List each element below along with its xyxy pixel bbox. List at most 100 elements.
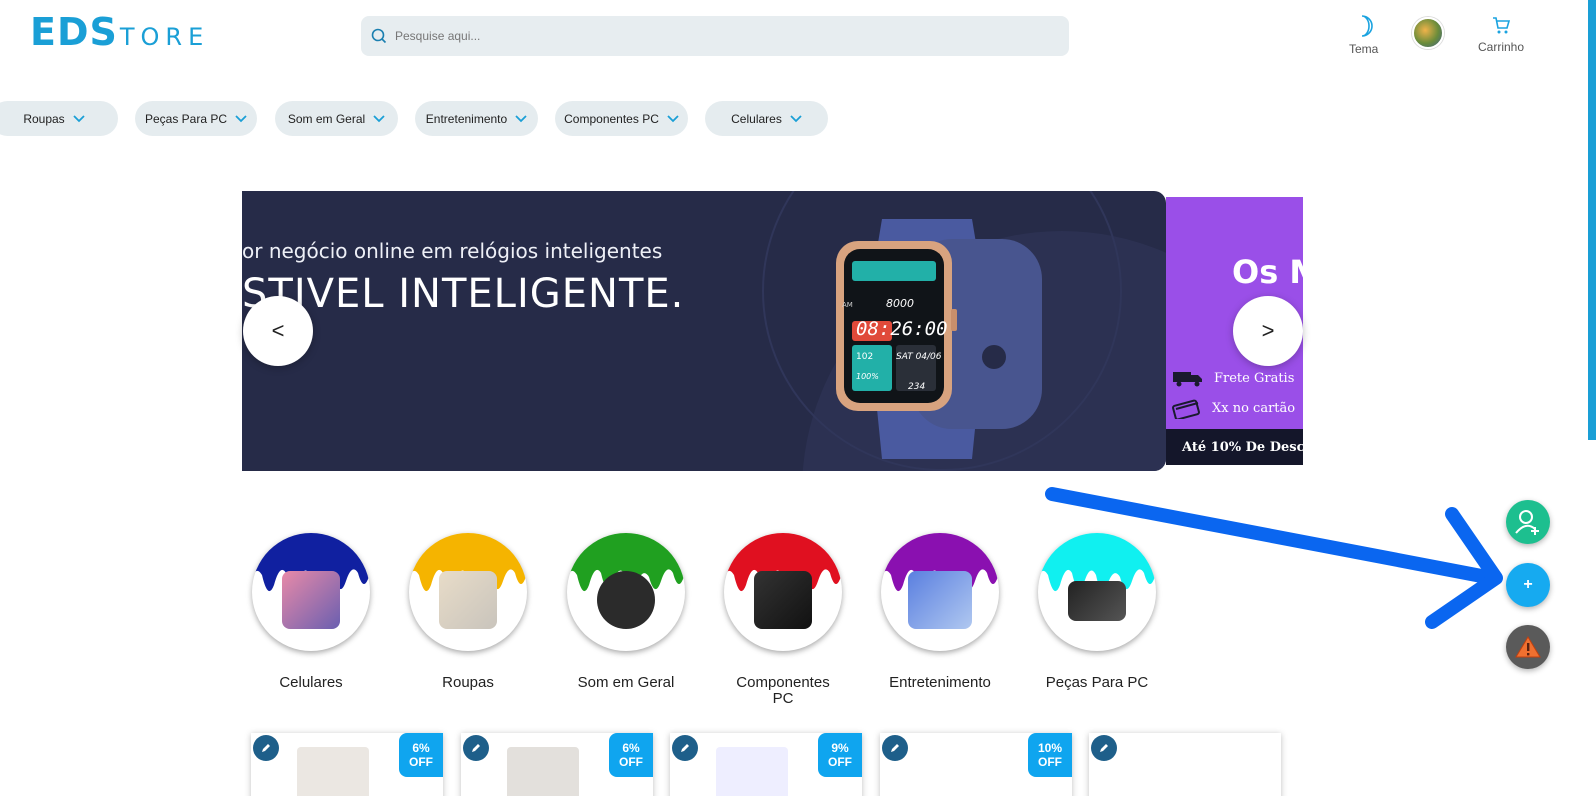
- category-celulares[interactable]: Celulares: [251, 533, 371, 691]
- pencil-icon: [262, 744, 270, 752]
- nav-pill-label: Som em Geral: [287, 111, 366, 126]
- credit-card-icon: [1172, 399, 1200, 419]
- moon-icon: [1361, 15, 1373, 37]
- category-image: [409, 533, 527, 651]
- discount-badge: 9% OFF: [818, 733, 862, 777]
- discount-badge: 6% OFF: [399, 733, 443, 777]
- nav-pill-label: Roupas: [23, 111, 65, 126]
- pc-setup-thumb: [754, 571, 812, 629]
- watch-battery-text: 100%: [856, 372, 879, 381]
- scrollbar[interactable]: [1588, 0, 1596, 440]
- product-card[interactable]: 6% OFF: [251, 733, 443, 796]
- theme-toggle[interactable]: Tema: [1349, 14, 1378, 56]
- watch-date-text: SAT 04/06: [896, 352, 942, 362]
- nav-pill-componentes-pc[interactable]: Componentes PC: [555, 101, 688, 136]
- add-button[interactable]: +: [1506, 563, 1550, 607]
- discount-badge: 6% OFF: [609, 733, 653, 777]
- watch-time-text: 08:26:00: [856, 318, 948, 340]
- category-label: Peças Para PC: [1045, 674, 1149, 691]
- gpu-thumb: [1068, 581, 1126, 621]
- search-bar[interactable]: [361, 16, 1069, 56]
- nav-pill-label: Celulares: [731, 111, 782, 126]
- category-image: [724, 533, 842, 651]
- slide-title: STIVEL INTELIGENTE.: [242, 271, 685, 317]
- cart-icon: [1493, 17, 1511, 34]
- category-label: Celulares: [279, 674, 343, 691]
- watch-steps-text: 8000: [886, 297, 914, 310]
- nav-pill-celulares[interactable]: Celulares: [705, 101, 828, 136]
- category-entretenimento[interactable]: Entretenimento: [880, 533, 1000, 691]
- theme-label: Tema: [1349, 42, 1379, 56]
- chevron-down-icon: [235, 114, 247, 122]
- edit-button[interactable]: [1091, 735, 1117, 761]
- clothing-thumb: [439, 571, 497, 629]
- pencil-icon: [891, 744, 899, 752]
- search-input[interactable]: [395, 29, 995, 43]
- chevron-down-icon: [667, 114, 679, 122]
- category-image: [252, 533, 370, 651]
- pencil-icon: [472, 744, 480, 752]
- edit-button[interactable]: [253, 735, 279, 761]
- smartphone-thumb: [282, 571, 340, 629]
- store-logo[interactable]: EDS TORE: [30, 10, 209, 54]
- warning-icon: [1515, 636, 1541, 658]
- pencil-icon: [1100, 744, 1108, 752]
- shipping-text: Frete Gratis: [1214, 370, 1295, 386]
- watch-heart-text: 102: [856, 352, 873, 362]
- search-icon: [371, 28, 387, 44]
- product-card[interactable]: 9% OFF: [670, 733, 862, 796]
- carousel-slide-smartwatch[interactable]: or negócio online em relógios inteligent…: [242, 191, 1166, 471]
- chevron-down-icon: [515, 114, 527, 122]
- category-som-em-geral[interactable]: Som em Geral: [566, 533, 686, 691]
- nav-pill-label: Componentes PC: [564, 111, 659, 126]
- category-label: Som em Geral: [577, 674, 675, 691]
- page: EDS TORE Tema Carrinho Roupas Peças Para…: [0, 0, 1596, 796]
- cart-label: Carrinho: [1478, 40, 1525, 54]
- product-image: [297, 747, 369, 796]
- product-image: [976, 747, 996, 796]
- category-pecas-para-pc[interactable]: Peças Para PC: [1037, 533, 1157, 691]
- carousel-prev-button[interactable]: <: [243, 296, 313, 366]
- product-card[interactable]: [1089, 733, 1281, 796]
- product-image: [716, 747, 788, 796]
- nav-pill-som-em-geral[interactable]: Som em Geral: [275, 101, 398, 136]
- nav-pill-label: Peças Para PC: [144, 111, 228, 126]
- category-image: [567, 533, 685, 651]
- edit-button[interactable]: [882, 735, 908, 761]
- category-image: [1038, 533, 1156, 651]
- next-slide-discount: Até 10% De Desco: [1166, 429, 1303, 465]
- card-text: Xx no cartão: [1212, 400, 1296, 416]
- headphones-thumb: [597, 571, 655, 629]
- nav-pill-pecas-para-pc[interactable]: Peças Para PC: [135, 101, 257, 136]
- chevron-down-icon: [790, 114, 802, 122]
- report-problem-button[interactable]: [1506, 625, 1550, 669]
- add-user-icon: [1515, 510, 1539, 535]
- carousel-next-button[interactable]: >: [1233, 296, 1303, 366]
- category-roupas[interactable]: Roupas: [408, 533, 528, 691]
- pencil-icon: [681, 744, 689, 752]
- category-componentes-pc[interactable]: Componentes PC: [723, 533, 843, 707]
- add-user-button[interactable]: [1506, 500, 1550, 544]
- category-label: Entretenimento: [889, 674, 991, 691]
- product-card[interactable]: 10% OFF: [880, 733, 1072, 796]
- watch-am-text: AM: [842, 301, 853, 309]
- category-label: Roupas: [442, 674, 494, 691]
- nav-pill-roupas[interactable]: Roupas: [0, 101, 118, 136]
- logo-light-text: TORE: [119, 23, 210, 51]
- edit-button[interactable]: [463, 735, 489, 761]
- user-avatar[interactable]: [1412, 17, 1444, 49]
- category-image: [881, 533, 999, 651]
- discount-badge: 10% OFF: [1028, 733, 1072, 777]
- watch-cal-text: 234: [908, 382, 925, 392]
- tv-console-thumb: [908, 571, 972, 629]
- edit-button[interactable]: [672, 735, 698, 761]
- chevron-down-icon: [73, 114, 85, 122]
- nav-pill-entretenimento[interactable]: Entretenimento: [415, 101, 538, 136]
- nav-pill-label: Entretenimento: [425, 111, 508, 126]
- logo-strong-text: EDS: [30, 10, 118, 54]
- next-slide-title: Os M: [1232, 253, 1303, 291]
- smartwatch-image: AM 8000 08:26:00 102 SAT 04/06 100% 234: [836, 219, 1042, 459]
- product-card[interactable]: 6% OFF: [461, 733, 653, 796]
- cart-button[interactable]: Carrinho: [1478, 14, 1524, 54]
- next-slide-shipping: Frete Gratis: [1172, 369, 1294, 387]
